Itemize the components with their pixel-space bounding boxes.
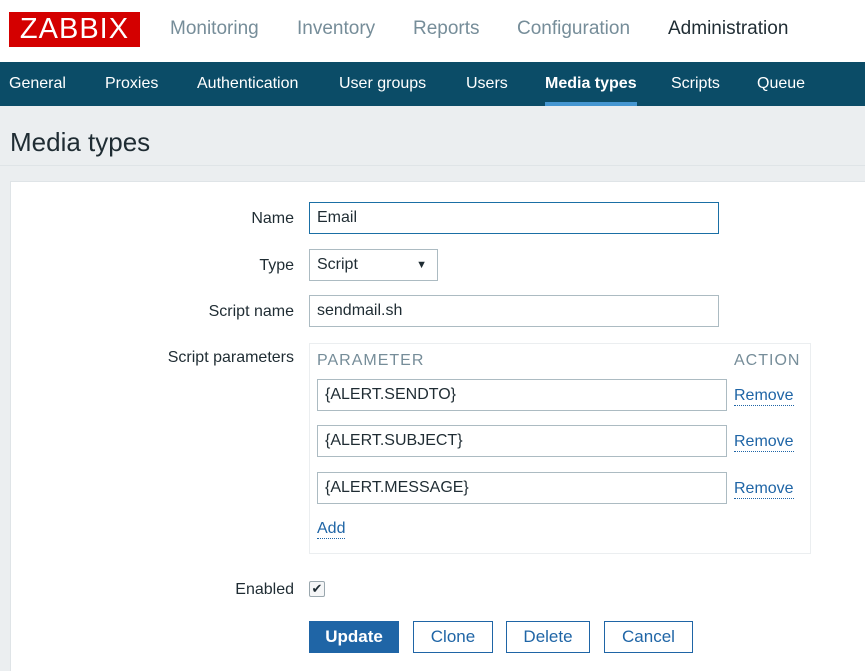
delete-button[interactable]: Delete [506,621,590,653]
cancel-button[interactable]: Cancel [604,621,693,653]
name-input[interactable]: Email [309,202,719,234]
sub-navigation: General Proxies Authentication User grou… [0,62,865,106]
checkmark-icon: ✔ [311,581,323,596]
parameter-input-3[interactable]: {ALERT.MESSAGE} [317,472,727,504]
script-parameters-label: Script parameters [167,349,294,366]
nav-reports[interactable]: Reports [413,16,480,42]
nav-inventory[interactable]: Inventory [297,16,375,42]
parameter-input-2[interactable]: {ALERT.SUBJECT} [317,425,727,457]
parameter-column-header: PARAMETER [317,352,425,369]
type-select[interactable]: Script ▼ [309,249,438,281]
nav-configuration[interactable]: Configuration [517,16,630,42]
subnav-users[interactable]: Users [466,62,508,106]
script-name-label: Script name [208,303,294,320]
nav-administration[interactable]: Administration [668,16,788,42]
action-column-header: ACTION [734,352,801,369]
subnav-queue[interactable]: Queue [757,62,805,106]
main-navigation: Monitoring Inventory Reports Configurati… [0,0,865,62]
subnav-general[interactable]: General [9,62,66,106]
add-parameter-link[interactable]: Add [317,519,346,539]
subnav-user-groups[interactable]: User groups [339,62,426,106]
page-header: Media types [0,106,865,166]
type-label: Type [259,257,294,274]
top-bar: ZABBIX Monitoring Inventory Reports Conf… [0,0,865,62]
clone-button[interactable]: Clone [413,621,493,653]
page-title: Media types [10,127,151,157]
remove-parameter-1-link[interactable]: Remove [734,386,794,406]
update-button[interactable]: Update [309,621,399,653]
chevron-down-icon: ▼ [416,259,427,271]
enabled-label: Enabled [235,581,294,598]
type-select-value: Script [317,256,358,273]
enabled-checkbox[interactable]: ✔ [309,581,325,597]
nav-monitoring[interactable]: Monitoring [170,16,259,42]
remove-parameter-2-link[interactable]: Remove [734,432,794,452]
name-label: Name [251,210,294,227]
script-name-input[interactable]: sendmail.sh [309,295,719,327]
subnav-authentication[interactable]: Authentication [197,62,298,106]
subnav-media-types[interactable]: Media types [545,62,637,106]
parameter-input-1[interactable]: {ALERT.SENDTO} [317,379,727,411]
remove-parameter-3-link[interactable]: Remove [734,479,794,499]
subnav-scripts[interactable]: Scripts [671,62,720,106]
subnav-proxies[interactable]: Proxies [105,62,158,106]
